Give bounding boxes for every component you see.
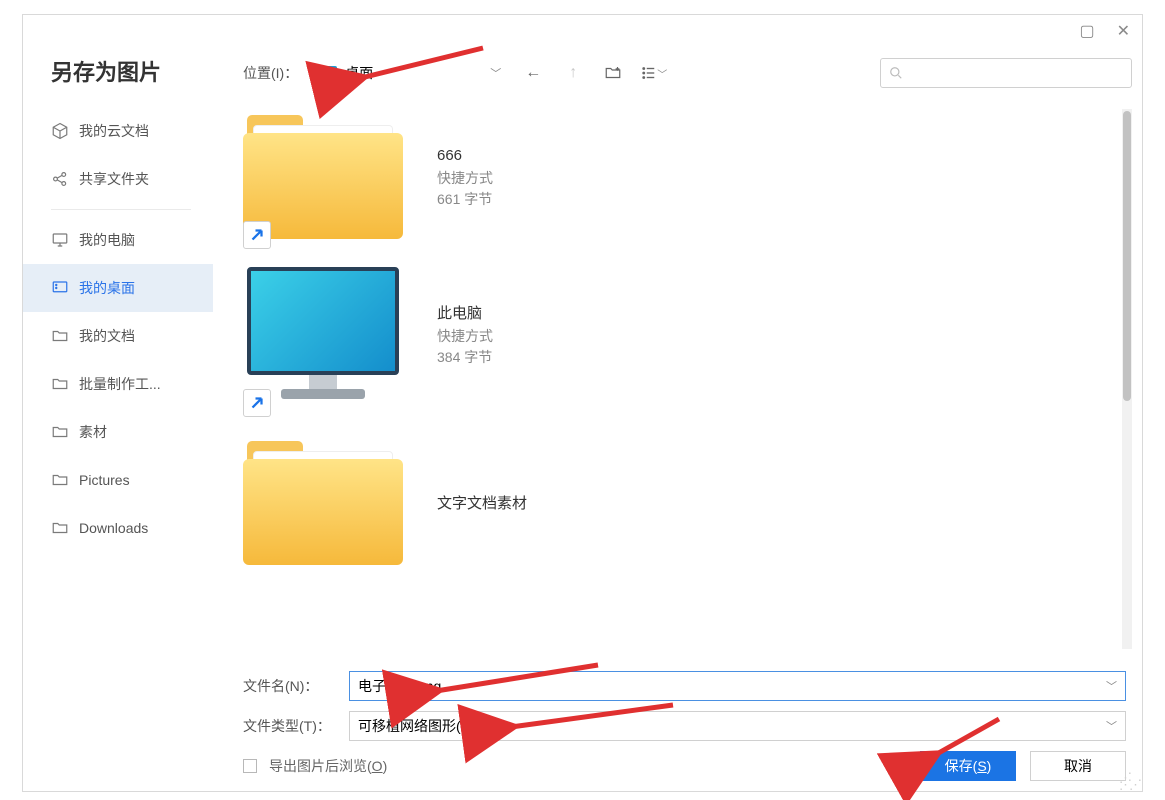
sidebar-list: 我的云文档 共享文件夹 我的电脑 我的桌面 我的文档 批量制作工... [23, 107, 213, 552]
window-controls: ▢ ✕ [1079, 21, 1130, 41]
desktop-small-icon [319, 66, 337, 80]
sidebar-item-desktop[interactable]: 我的桌面 [23, 264, 213, 312]
sidebar-item-label: 批量制作工... [79, 374, 161, 394]
file-thumbnail [243, 435, 413, 565]
location-label: 位置(I)： [223, 63, 302, 83]
sidebar-item-computer[interactable]: 我的电脑 [23, 216, 213, 264]
sidebar-item-label: 我的桌面 [79, 278, 135, 298]
desktop-icon [51, 279, 69, 297]
file-meta: 666 快捷方式 661 字节 [437, 109, 493, 210]
filename-row: 文件名(N)： 电子公章.png ﹀ [243, 671, 1126, 701]
chevron-down-icon[interactable]: ﹀ [1106, 678, 1117, 694]
bottom-form: 文件名(N)： 电子公章.png ﹀ 文件类型(T)： 可移植网络图形(*.pn… [223, 661, 1132, 781]
export-preview-checkbox[interactable] [243, 759, 257, 773]
sidebar-item-label: 我的云文档 [79, 121, 149, 141]
file-subtitle: 快捷方式 [437, 168, 493, 189]
filename-label: 文件名(N)： [243, 676, 335, 696]
sidebar-item-shared[interactable]: 共享文件夹 [23, 155, 213, 203]
view-options-button[interactable]: ﹀ [638, 58, 668, 88]
file-size: 384 字节 [437, 347, 493, 368]
folder-icon [51, 519, 69, 537]
sidebar-item-batch[interactable]: 批量制作工... [23, 360, 213, 408]
sidebar-item-label: 共享文件夹 [79, 169, 149, 189]
up-button[interactable]: ↑ [558, 58, 588, 88]
file-name: 666 [437, 145, 493, 168]
sidebar-item-documents[interactable]: 我的文档 [23, 312, 213, 360]
search-box[interactable] [880, 58, 1132, 88]
dialog-frame: ▢ ✕ 另存为图片 我的云文档 共享文件夹 我的电脑 我的桌面 [22, 14, 1143, 792]
file-row[interactable]: 666 快捷方式 661 字节 [223, 109, 1132, 239]
file-row[interactable]: 此电脑 快捷方式 384 字节 [223, 267, 1132, 407]
filetype-row: 文件类型(T)： 可移植网络图形(*.png) ﹀ [243, 711, 1126, 741]
location-value: 桌面 [345, 63, 373, 83]
sidebar-item-label: Downloads [79, 520, 148, 536]
action-row: 导出图片后浏览(O) 保存(S) 取消 [243, 751, 1126, 781]
shortcut-overlay-icon [243, 221, 271, 249]
save-button[interactable]: 保存(S) [920, 751, 1016, 781]
close-icon[interactable]: ✕ [1117, 21, 1130, 41]
monitor-icon [51, 231, 69, 249]
button-group: 保存(S) 取消 [920, 751, 1126, 781]
share-icon [51, 170, 69, 188]
sidebar-item-label: 我的文档 [79, 326, 135, 346]
monitor-large-icon [243, 267, 403, 407]
file-meta: 文字文档素材 [437, 435, 527, 516]
file-list[interactable]: 666 快捷方式 661 字节 此电脑 快捷方式 384 字节 [223, 109, 1132, 661]
filetype-label: 文件类型(T)： [243, 716, 335, 736]
file-thumbnail [243, 267, 413, 407]
search-icon [889, 66, 903, 80]
sidebar-item-label: 素材 [79, 422, 107, 442]
cube-icon [51, 122, 69, 140]
filetype-value: 可移植网络图形(*.png) [358, 716, 498, 736]
folder-icon [51, 375, 69, 393]
sidebar-item-label: Pictures [79, 472, 130, 488]
file-thumbnail [243, 109, 413, 239]
filename-input[interactable]: 电子公章.png ﹀ [349, 671, 1126, 701]
file-name: 文字文档素材 [437, 493, 527, 516]
sidebar-item-cloud[interactable]: 我的云文档 [23, 107, 213, 155]
file-name: 此电脑 [437, 303, 493, 326]
folder-large-icon [243, 435, 403, 565]
filetype-select[interactable]: 可移植网络图形(*.png) ﹀ [349, 711, 1126, 741]
main-panel: 位置(I)： 桌面 ﹀ ← ↑ ﹀ 6 [223, 51, 1132, 781]
shortcut-overlay-icon [243, 389, 271, 417]
scrollbar-thumb[interactable] [1123, 111, 1131, 401]
chevron-down-icon[interactable]: ﹀ [1106, 718, 1117, 734]
file-subtitle: 快捷方式 [437, 326, 493, 347]
resize-grip[interactable]: ⋰⋰⋰ [1119, 775, 1139, 788]
chevron-down-icon: ﹀ [490, 65, 501, 81]
file-row[interactable]: 文字文档素材 [223, 435, 1132, 565]
sidebar-item-material[interactable]: 素材 [23, 408, 213, 456]
location-dropdown[interactable]: 桌面 ﹀ [312, 59, 508, 87]
sidebar-item-downloads[interactable]: Downloads [23, 504, 213, 552]
toolbar: 位置(I)： 桌面 ﹀ ← ↑ ﹀ [223, 51, 1132, 95]
sidebar: 另存为图片 我的云文档 共享文件夹 我的电脑 我的桌面 我的文档 [23, 45, 213, 552]
filename-value: 电子公章.png [358, 676, 441, 696]
cancel-button[interactable]: 取消 [1030, 751, 1126, 781]
maximize-icon[interactable]: ▢ [1079, 21, 1094, 41]
file-size: 661 字节 [437, 189, 493, 210]
file-meta: 此电脑 快捷方式 384 字节 [437, 267, 493, 368]
folder-large-icon [243, 109, 403, 239]
dialog-title: 另存为图片 [23, 45, 213, 107]
export-preview-label[interactable]: 导出图片后浏览(O) [269, 756, 387, 776]
search-input[interactable] [909, 66, 1123, 81]
back-button[interactable]: ← [518, 58, 548, 88]
folder-icon [51, 423, 69, 441]
new-folder-button[interactable] [598, 58, 628, 88]
sidebar-item-pictures[interactable]: Pictures [23, 456, 213, 504]
sidebar-item-label: 我的电脑 [79, 230, 135, 250]
folder-icon [51, 471, 69, 489]
folder-icon [51, 327, 69, 345]
sidebar-divider [51, 209, 191, 210]
scrollbar[interactable] [1122, 109, 1132, 649]
